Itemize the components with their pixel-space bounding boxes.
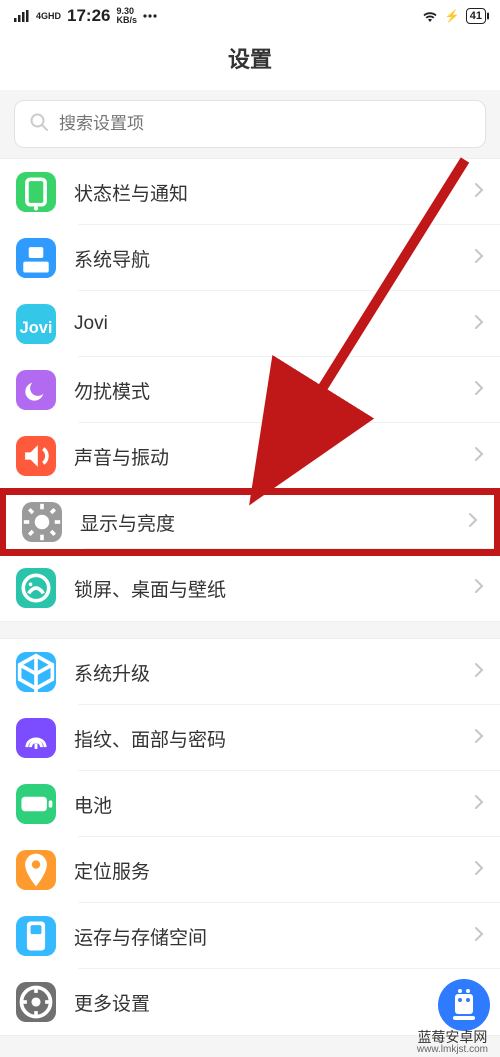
charging-icon: ⚡ xyxy=(445,9,460,23)
sys-nav-icon xyxy=(16,238,56,278)
settings-group-0: 状态栏与通知系统导航 Jovi Jovi 勿扰模式声音与振动显示与亮度锁屏、桌面与壁纸 xyxy=(0,158,500,622)
dnd-icon xyxy=(16,370,56,410)
net-speed: 9.30KB/s xyxy=(117,7,138,25)
chevron-right-icon xyxy=(468,512,478,533)
chevron-right-icon xyxy=(474,446,484,467)
jovi-icon: Jovi xyxy=(16,304,56,344)
settings-row-dnd[interactable]: 勿扰模式 xyxy=(0,357,500,423)
status-left: 4GHD 17:26 9.30KB/s xyxy=(14,6,157,26)
row-label: 定位服务 xyxy=(74,857,474,884)
settings-row-sys-nav[interactable]: 系统导航 xyxy=(0,225,500,291)
status-right: ⚡ 41 xyxy=(421,8,486,24)
settings-row-sys-update[interactable]: 系统升级 xyxy=(0,639,500,705)
more-icon xyxy=(16,982,56,1022)
search-input[interactable] xyxy=(14,100,486,148)
chevron-right-icon xyxy=(474,728,484,749)
sound-vib-icon xyxy=(16,436,56,476)
chevron-right-icon xyxy=(474,926,484,947)
biometrics-icon xyxy=(16,718,56,758)
page-title: 设置 xyxy=(0,32,500,90)
chevron-right-icon xyxy=(474,794,484,815)
settings-row-location[interactable]: 定位服务 xyxy=(0,837,500,903)
row-label: 声音与振动 xyxy=(74,443,474,470)
row-label: 更多设置 xyxy=(74,989,474,1016)
row-label: 系统升级 xyxy=(74,659,474,686)
chevron-right-icon xyxy=(474,248,484,269)
network-indicator: 4GHD xyxy=(36,11,61,21)
chevron-right-icon xyxy=(474,314,484,335)
search-icon xyxy=(29,112,49,137)
battery-icon xyxy=(16,784,56,824)
signal-icon xyxy=(14,10,30,22)
chevron-right-icon xyxy=(474,182,484,203)
settings-row-storage[interactable]: 运存与存储空间 xyxy=(0,903,500,969)
row-label: 系统导航 xyxy=(74,245,474,272)
status-bar: 4GHD 17:26 9.30KB/s ⚡ 41 xyxy=(0,0,500,32)
row-label: Jovi xyxy=(74,313,474,335)
settings-row-sound-vib[interactable]: 声音与振动 xyxy=(0,423,500,489)
row-label: 运存与存储空间 xyxy=(74,923,474,950)
chevron-right-icon xyxy=(474,578,484,599)
watermark-logo xyxy=(438,979,490,1031)
svg-text:Jovi: Jovi xyxy=(20,319,53,337)
row-label: 状态栏与通知 xyxy=(74,179,474,206)
watermark-text: 蓝莓安卓网 www.lmkjst.com xyxy=(417,1030,488,1055)
row-label: 勿扰模式 xyxy=(74,377,474,404)
storage-icon xyxy=(16,916,56,956)
settings-row-display[interactable]: 显示与亮度 xyxy=(0,489,500,555)
search-field[interactable] xyxy=(59,114,471,134)
status-notif-icon xyxy=(16,172,56,212)
settings-row-lock-wall[interactable]: 锁屏、桌面与壁纸 xyxy=(0,555,500,621)
settings-row-more[interactable]: 更多设置 xyxy=(0,969,500,1035)
chevron-right-icon xyxy=(474,860,484,881)
clock: 17:26 xyxy=(67,6,110,26)
search-container xyxy=(0,90,500,158)
display-icon xyxy=(22,502,62,542)
chevron-right-icon xyxy=(474,380,484,401)
row-label: 指纹、面部与密码 xyxy=(74,725,474,752)
row-label: 显示与亮度 xyxy=(80,509,468,536)
settings-row-status-notif[interactable]: 状态栏与通知 xyxy=(0,159,500,225)
sys-update-icon xyxy=(16,652,56,692)
settings-row-jovi[interactable]: Jovi Jovi xyxy=(0,291,500,357)
lock-wall-icon xyxy=(16,568,56,608)
more-dots-icon xyxy=(143,14,157,18)
row-label: 电池 xyxy=(74,791,474,818)
row-label: 锁屏、桌面与壁纸 xyxy=(74,575,474,602)
chevron-right-icon xyxy=(474,662,484,683)
location-icon xyxy=(16,850,56,890)
battery-indicator: 41 xyxy=(466,8,486,24)
settings-row-battery[interactable]: 电池 xyxy=(0,771,500,837)
wifi-icon xyxy=(421,9,439,23)
settings-group-1: 系统升级指纹、面部与密码电池定位服务运存与存储空间更多设置 xyxy=(0,638,500,1036)
settings-row-biometrics[interactable]: 指纹、面部与密码 xyxy=(0,705,500,771)
